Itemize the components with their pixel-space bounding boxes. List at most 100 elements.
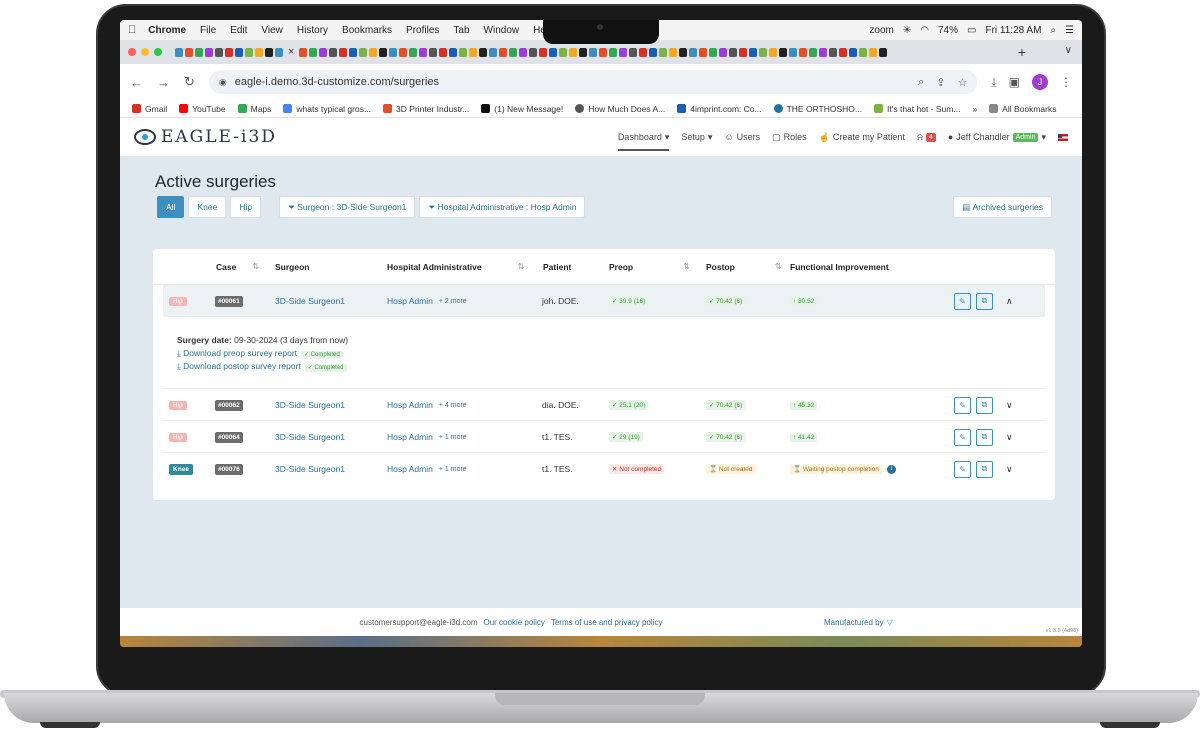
tab-favicon-icon[interactable] [369,47,378,57]
tab-favicons[interactable]: × [175,46,888,58]
table-row[interactable]: Hip #00061 3D-Side Surgeon1 Hosp Admin + … [163,285,1045,317]
menu-history[interactable]: History [297,25,328,36]
collapse-chevron-icon[interactable]: ∧ [1006,296,1013,307]
header-postop[interactable]: Postop ⇅ [706,262,782,272]
tab-favicon-icon[interactable] [789,47,798,57]
bookmark-google-search[interactable]: whats typical gros... [283,104,371,114]
tab-favicon-icon[interactable] [329,47,338,57]
tab-favicon-icon[interactable] [299,47,308,57]
terms-link[interactable]: Terms of use and privacy policy [551,618,663,627]
tab-favicon-icon[interactable] [235,47,243,57]
tab-favicon-icon[interactable] [559,47,568,57]
forward-icon[interactable]: → [157,75,170,90]
bookmark-youtube[interactable]: YouTube [179,104,226,114]
edit-button[interactable]: ✎ [954,396,971,414]
header-surgeon[interactable]: Surgeon [275,262,309,272]
tab-favicon-icon[interactable] [869,47,878,57]
tab-favicon-icon[interactable] [809,47,818,57]
edit-button[interactable]: ✎ [954,460,971,478]
tab-favicon-icon[interactable] [629,47,638,57]
table-row[interactable]: Hip #00062 3D-Side Surgeon1 Hosp Admin + … [163,389,1045,421]
sort-icon[interactable]: ⇅ [252,262,259,271]
tab-favicon-icon[interactable] [469,47,478,57]
tab-favicon-icon[interactable] [549,47,558,57]
wifi-icon[interactable]: ◠ [920,25,929,36]
menu-file[interactable]: File [200,25,216,36]
tab-favicon-icon[interactable] [489,47,498,57]
control-center-icon[interactable]: ☰ [1065,25,1074,36]
header-hospital[interactable]: Hospital Administrative ⇅ [387,262,524,272]
tab-favicon-icon[interactable] [175,47,183,57]
nav-setup[interactable]: Setup ▾ [681,132,712,143]
address-bar[interactable]: ◉ eagle-i.demo.3d-customize.com/surgerie… [208,70,978,94]
menu-profiles[interactable]: Profiles [406,25,439,36]
bookmark-3d-printer[interactable]: 3D Printer Industr... [383,104,469,114]
expand-chevron-icon[interactable]: ∨ [1006,464,1013,475]
window-minimize-button[interactable] [141,48,149,56]
expand-chevron-icon[interactable]: ∨ [1006,432,1013,443]
tab-search-icon[interactable]: ∨ [1065,45,1072,56]
tab-favicon-icon[interactable] [205,47,213,57]
tab-favicon-icon[interactable] [569,47,578,57]
tab-favicon-icon[interactable] [349,47,358,57]
more-link[interactable]: + 2 more [439,298,467,305]
surgeon-link[interactable]: 3D-Side Surgeon1 [275,453,345,485]
tab-favicon-icon[interactable] [579,47,588,57]
tab-favicon-icon[interactable] [829,47,838,57]
sort-icon[interactable]: ⇅ [775,262,782,271]
tab-favicon-icon[interactable] [749,47,758,57]
tab-favicon-icon[interactable] [609,47,618,57]
site-info-icon[interactable]: ◉ [219,77,227,88]
all-bookmarks[interactable]: All Bookmarks [989,104,1057,114]
share-icon[interactable]: ⇪ [936,76,945,89]
side-panel-icon[interactable]: ▣ [1009,75,1020,89]
tab-favicon-icon[interactable] [679,47,688,57]
tab-favicon-icon[interactable] [839,47,848,57]
tab-favicon-icon[interactable] [419,47,428,57]
tab-favicon-icon[interactable] [699,47,708,57]
tab-favicon-icon[interactable] [709,47,718,57]
us-flag-icon[interactable] [1058,133,1068,141]
tab-favicon-icon[interactable] [479,47,488,57]
tab-favicon-icon[interactable] [689,47,698,57]
nav-roles[interactable]: ▢ Roles [772,132,807,143]
tab-favicon-icon[interactable] [309,47,318,57]
tab-favicon-icon[interactable] [519,47,528,57]
bookmark-maps[interactable]: Maps [237,104,271,114]
table-row[interactable]: Knee #00076 3D-Side Surgeon1 Hosp Admin +… [163,453,1045,485]
clock[interactable]: Fri 11:28 AM [985,25,1041,36]
tab-favicon-icon[interactable] [879,47,888,57]
tab-favicon-icon[interactable] [509,47,518,57]
tab-favicon-icon[interactable] [779,47,788,57]
archived-surgeries-button[interactable]: ▤ Archived surgeries [953,196,1052,218]
tab-favicon-icon[interactable] [275,47,283,57]
download-postop-link[interactable]: Download postop survey report [183,361,301,371]
tab-favicon-icon[interactable] [215,47,223,57]
tab-favicon-icon[interactable] [399,47,408,57]
download-icon[interactable]: ⤓ [991,75,996,90]
manufacturer-logo-icon[interactable]: ▽ [887,618,893,627]
tab-favicon-icon[interactable] [195,47,203,57]
tab-favicon-icon[interactable] [729,47,738,57]
tab-close-icon[interactable]: × [288,46,294,58]
archive-button[interactable]: ⧉ [976,428,993,446]
tab-favicon-icon[interactable] [459,47,468,57]
profile-avatar[interactable]: J [1032,74,1048,90]
tab-favicon-icon[interactable] [185,47,193,57]
bookmark-its-hot[interactable]: It's that hot - Sum... [874,104,960,114]
header-functional[interactable]: Functional Improvement [790,262,889,272]
tab-favicon-icon[interactable] [429,47,438,57]
tab-favicon-icon[interactable] [859,47,868,57]
tab-favicon-icon[interactable] [389,47,398,57]
tab-favicon-icon[interactable] [649,47,658,57]
bookmark-star-icon[interactable]: ☆ [957,76,967,89]
info-icon[interactable]: i [886,464,896,474]
bookmarks-overflow-icon[interactable]: » [972,104,977,114]
url-text[interactable]: eagle-i.demo.3d-customize.com/surgeries [235,76,439,88]
zoom-status[interactable]: zoom [869,25,893,36]
menu-app-name[interactable]: Chrome [148,25,186,36]
tab-favicon-icon[interactable] [539,47,548,57]
nav-users[interactable]: ☺ Users [724,132,760,142]
tab-favicon-icon[interactable] [769,47,778,57]
tab-favicon-icon[interactable] [529,47,538,57]
